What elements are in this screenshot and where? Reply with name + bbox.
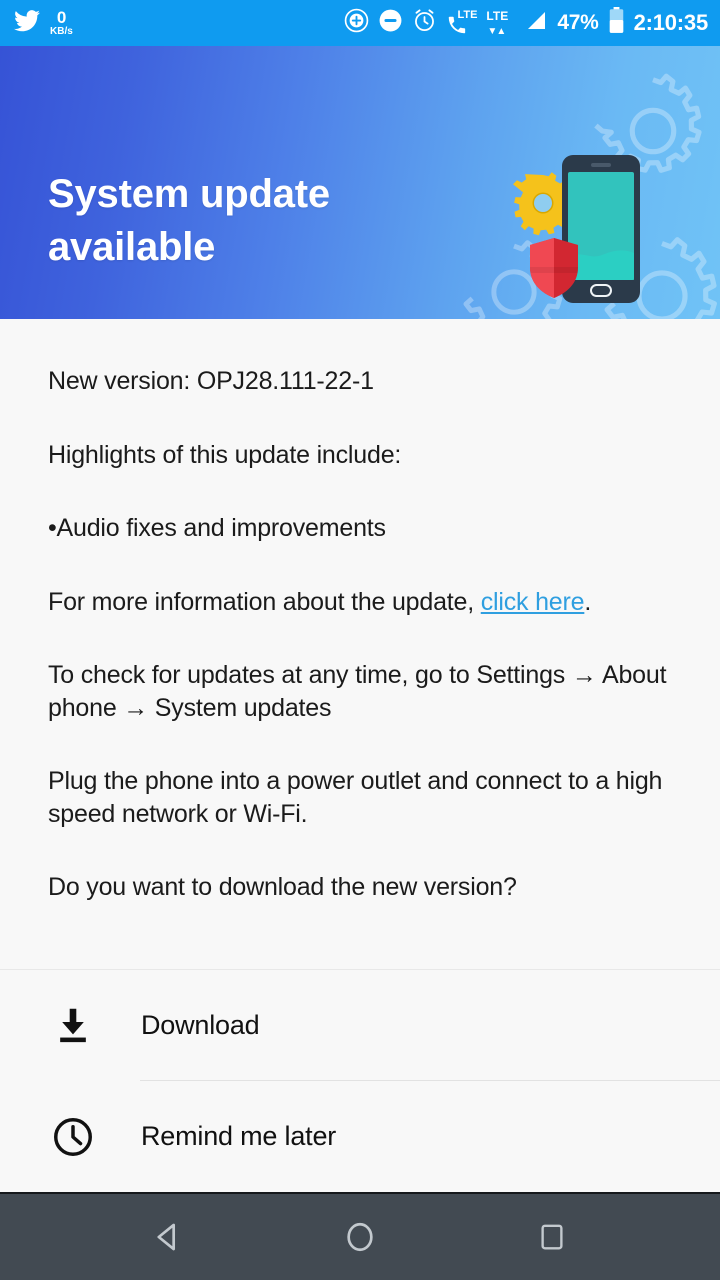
click-here-link[interactable]: click here bbox=[481, 588, 585, 616]
more-info-prefix: For more information about the update, bbox=[48, 587, 481, 616]
action-list: Download Remind me later bbox=[0, 969, 720, 1192]
highlight-bullet-item: •Audio fixes and improvements bbox=[48, 514, 386, 542]
page-title: System update available bbox=[48, 168, 330, 274]
update-details: New version: OPJ28.111-22-1 Highlights o… bbox=[0, 319, 720, 969]
remind-me-later-label: Remind me later bbox=[141, 1121, 337, 1151]
network-speed-indicator: 0 KB/s bbox=[50, 9, 73, 37]
network-speed-unit: KB/s bbox=[50, 26, 73, 37]
lte-call-label: LTE bbox=[457, 9, 478, 21]
system-update-illustration bbox=[506, 153, 658, 313]
volte-call-icon: LTE bbox=[446, 9, 478, 36]
page-title-line1: System update bbox=[48, 172, 330, 216]
download-label: Download bbox=[141, 1010, 260, 1040]
twitter-bird-icon bbox=[14, 9, 40, 37]
lte-data-label: LTE bbox=[486, 9, 509, 23]
alarm-clock-icon bbox=[412, 8, 437, 38]
page-title-line2: available bbox=[48, 224, 216, 269]
add-circle-icon bbox=[344, 8, 369, 38]
status-bar: 0 KB/s LTE LTE ▼▲ 47% 2:10:35 bbox=[0, 0, 720, 46]
data-arrows-icon: ▼▲ bbox=[487, 26, 506, 37]
phone-screen: 0 KB/s LTE LTE ▼▲ 47% 2:10:35 System upd… bbox=[0, 0, 720, 1280]
version-text: New version: OPJ28.111-22-1 bbox=[48, 367, 374, 395]
back-triangle-icon[interactable] bbox=[137, 1206, 199, 1268]
battery-percent-label: 47% bbox=[557, 11, 599, 34]
check-updates-text: To check for updates at any time, go to … bbox=[48, 661, 667, 722]
network-speed-value: 0 bbox=[56, 8, 66, 27]
update-banner: System update available bbox=[0, 46, 720, 319]
status-bar-clock: 2:10:35 bbox=[633, 10, 709, 35]
recents-square-icon[interactable] bbox=[521, 1206, 583, 1268]
remind-me-later-button[interactable]: Remind me later bbox=[0, 1081, 720, 1192]
download-button[interactable]: Download bbox=[0, 970, 720, 1081]
lte-data-icon: LTE ▼▲ bbox=[485, 9, 515, 37]
android-navigation-bar bbox=[0, 1192, 720, 1280]
status-bar-left: 0 KB/s bbox=[14, 9, 73, 37]
highlights-heading: Highlights of this update include: bbox=[48, 440, 402, 469]
signal-bars-icon bbox=[524, 10, 548, 37]
battery-icon bbox=[608, 7, 625, 39]
do-not-disturb-icon bbox=[378, 8, 403, 38]
plug-in-text: Plug the phone into a power outlet and c… bbox=[48, 767, 663, 828]
clock-icon bbox=[45, 1115, 101, 1159]
more-info-suffix: . bbox=[584, 587, 592, 616]
download-icon bbox=[45, 1004, 101, 1048]
home-circle-icon[interactable] bbox=[329, 1206, 391, 1268]
download-question-text: Do you want to download the new version? bbox=[48, 873, 517, 901]
status-bar-right: LTE LTE ▼▲ 47% 2:10:35 bbox=[344, 7, 708, 39]
more-info-text: For more information about the update, c… bbox=[48, 586, 672, 619]
